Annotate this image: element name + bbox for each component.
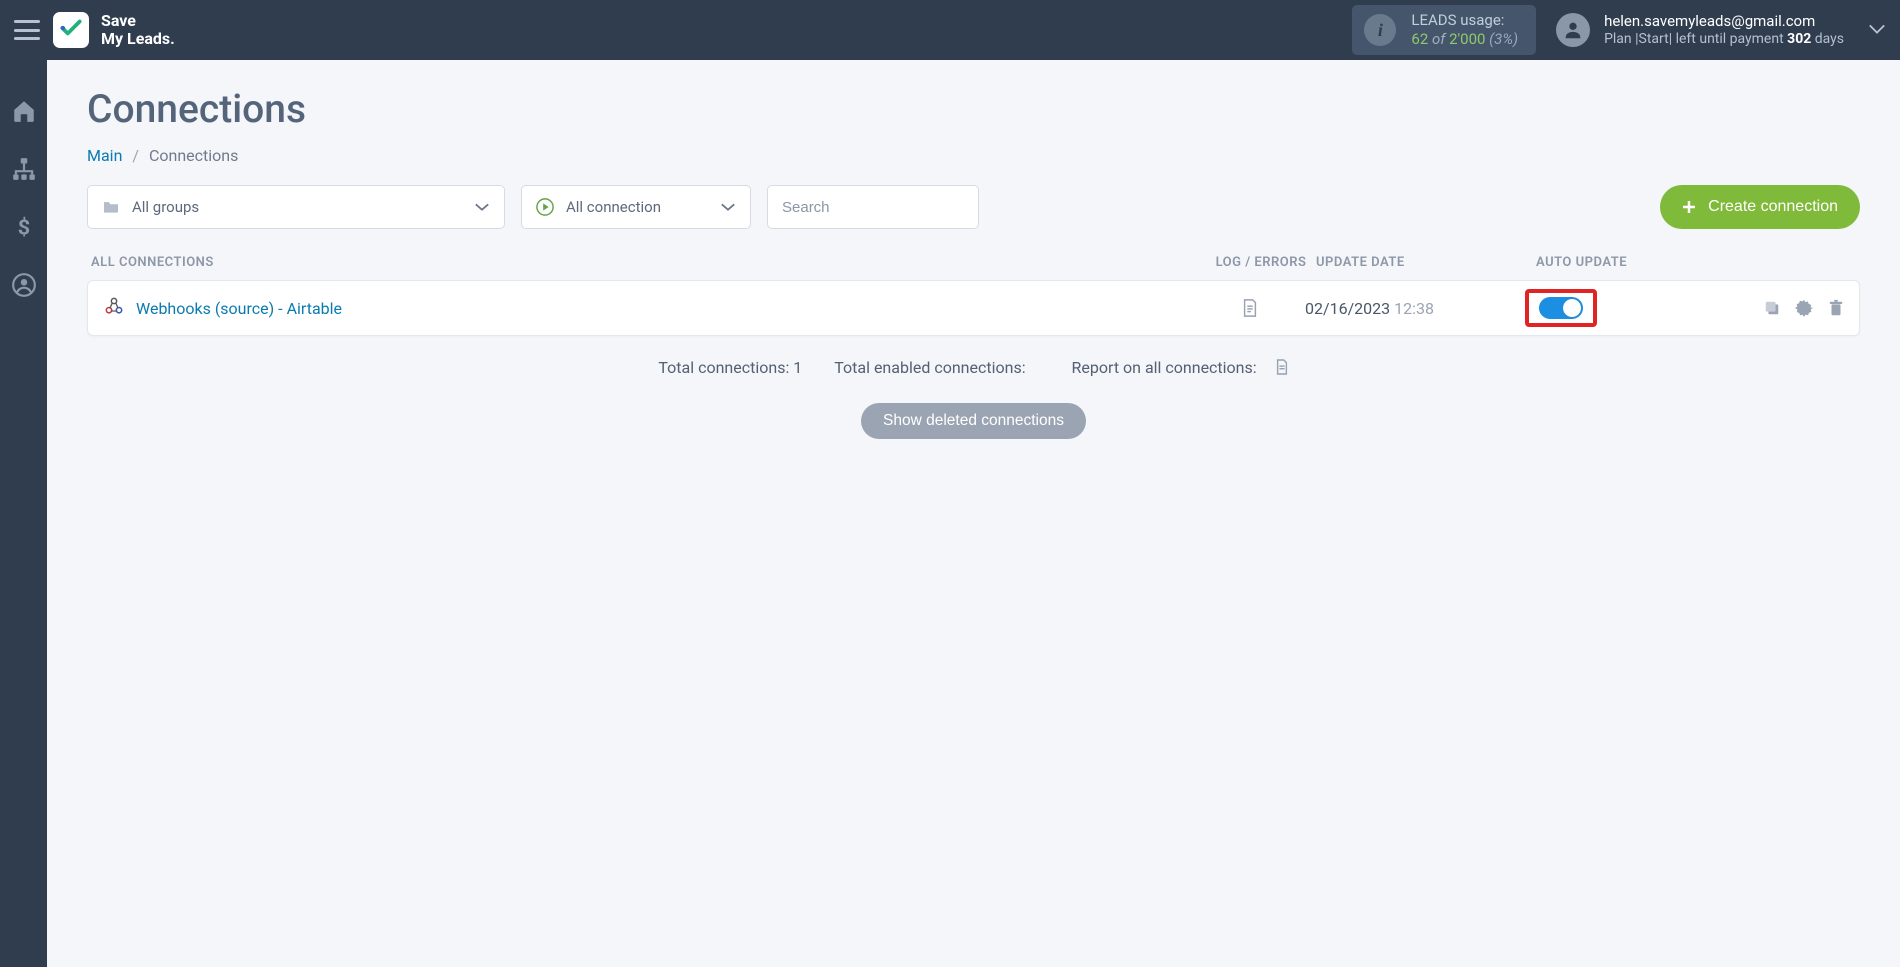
groups-select-label: All groups [132, 198, 199, 216]
app-header: Save My Leads. i LEADS usage: 62 of 2'00… [0, 0, 1900, 60]
update-date: 02/16/2023 12:38 [1305, 299, 1525, 318]
trash-icon[interactable] [1827, 299, 1845, 317]
col-log-errors: LOG / ERRORS [1206, 255, 1316, 270]
show-deleted-button[interactable]: Show deleted connections [861, 403, 1086, 439]
connection-filter-select[interactable]: All connection [521, 185, 751, 229]
breadcrumb: Main / Connections [87, 146, 1860, 165]
copy-icon[interactable] [1763, 299, 1781, 317]
document-icon[interactable] [1275, 359, 1289, 375]
account-email: helen.savemyleads@gmail.com [1604, 12, 1844, 31]
sitemap-icon[interactable] [11, 156, 37, 182]
create-connection-button[interactable]: Create connection [1660, 185, 1860, 229]
auto-update-highlight [1525, 289, 1597, 327]
breadcrumb-current: Connections [149, 146, 238, 165]
totals-bar: Total connections: 1 Total enabled conne… [87, 358, 1860, 377]
logo[interactable] [53, 12, 89, 48]
page-title: Connections [87, 86, 1860, 132]
menu-icon[interactable] [14, 20, 40, 40]
usage-label: LEADS usage: [1411, 11, 1518, 30]
account-plan: Plan |Start| left until payment 302 days [1604, 31, 1844, 49]
webhook-icon [104, 296, 124, 320]
svg-text:$: $ [17, 216, 29, 240]
log-button[interactable] [1195, 298, 1305, 318]
col-all-connections: ALL CONNECTIONS [91, 255, 1206, 270]
sidebar: $ [0, 60, 47, 967]
usage-panel[interactable]: i LEADS usage: 62 of 2'000 (3%) [1352, 5, 1536, 55]
avatar-icon [1556, 13, 1590, 47]
chevron-down-icon [474, 198, 490, 216]
connection-link[interactable]: Webhooks (source) - Airtable [136, 299, 342, 318]
groups-select[interactable]: All groups [87, 185, 505, 229]
dollar-icon[interactable]: $ [11, 214, 37, 240]
col-update-date: UPDATE DATE [1316, 255, 1536, 270]
check-icon [58, 15, 84, 45]
chevron-down-icon[interactable] [1868, 21, 1886, 39]
search-input[interactable] [782, 199, 964, 216]
chevron-down-icon [720, 198, 736, 216]
folder-icon [102, 200, 120, 214]
breadcrumb-main[interactable]: Main [87, 146, 122, 165]
connection-filter-label: All connection [566, 198, 661, 216]
connection-row: Webhooks (source) - Airtable 02/16/2023 … [87, 280, 1860, 336]
user-icon[interactable] [11, 272, 37, 298]
home-icon[interactable] [11, 98, 37, 124]
gear-icon[interactable] [1795, 299, 1813, 317]
search-input-wrap[interactable] [767, 185, 979, 229]
col-auto-update: AUTO UPDATE [1536, 255, 1736, 270]
auto-update-toggle[interactable] [1539, 297, 1583, 319]
account-menu[interactable]: helen.savemyleads@gmail.com Plan |Start|… [1556, 12, 1844, 48]
usage-value: 62 of 2'000 (3%) [1411, 30, 1518, 49]
plus-icon [1682, 200, 1696, 214]
play-circle-icon [536, 198, 554, 216]
brand-name: Save My Leads. [101, 12, 175, 49]
info-icon: i [1364, 14, 1396, 46]
